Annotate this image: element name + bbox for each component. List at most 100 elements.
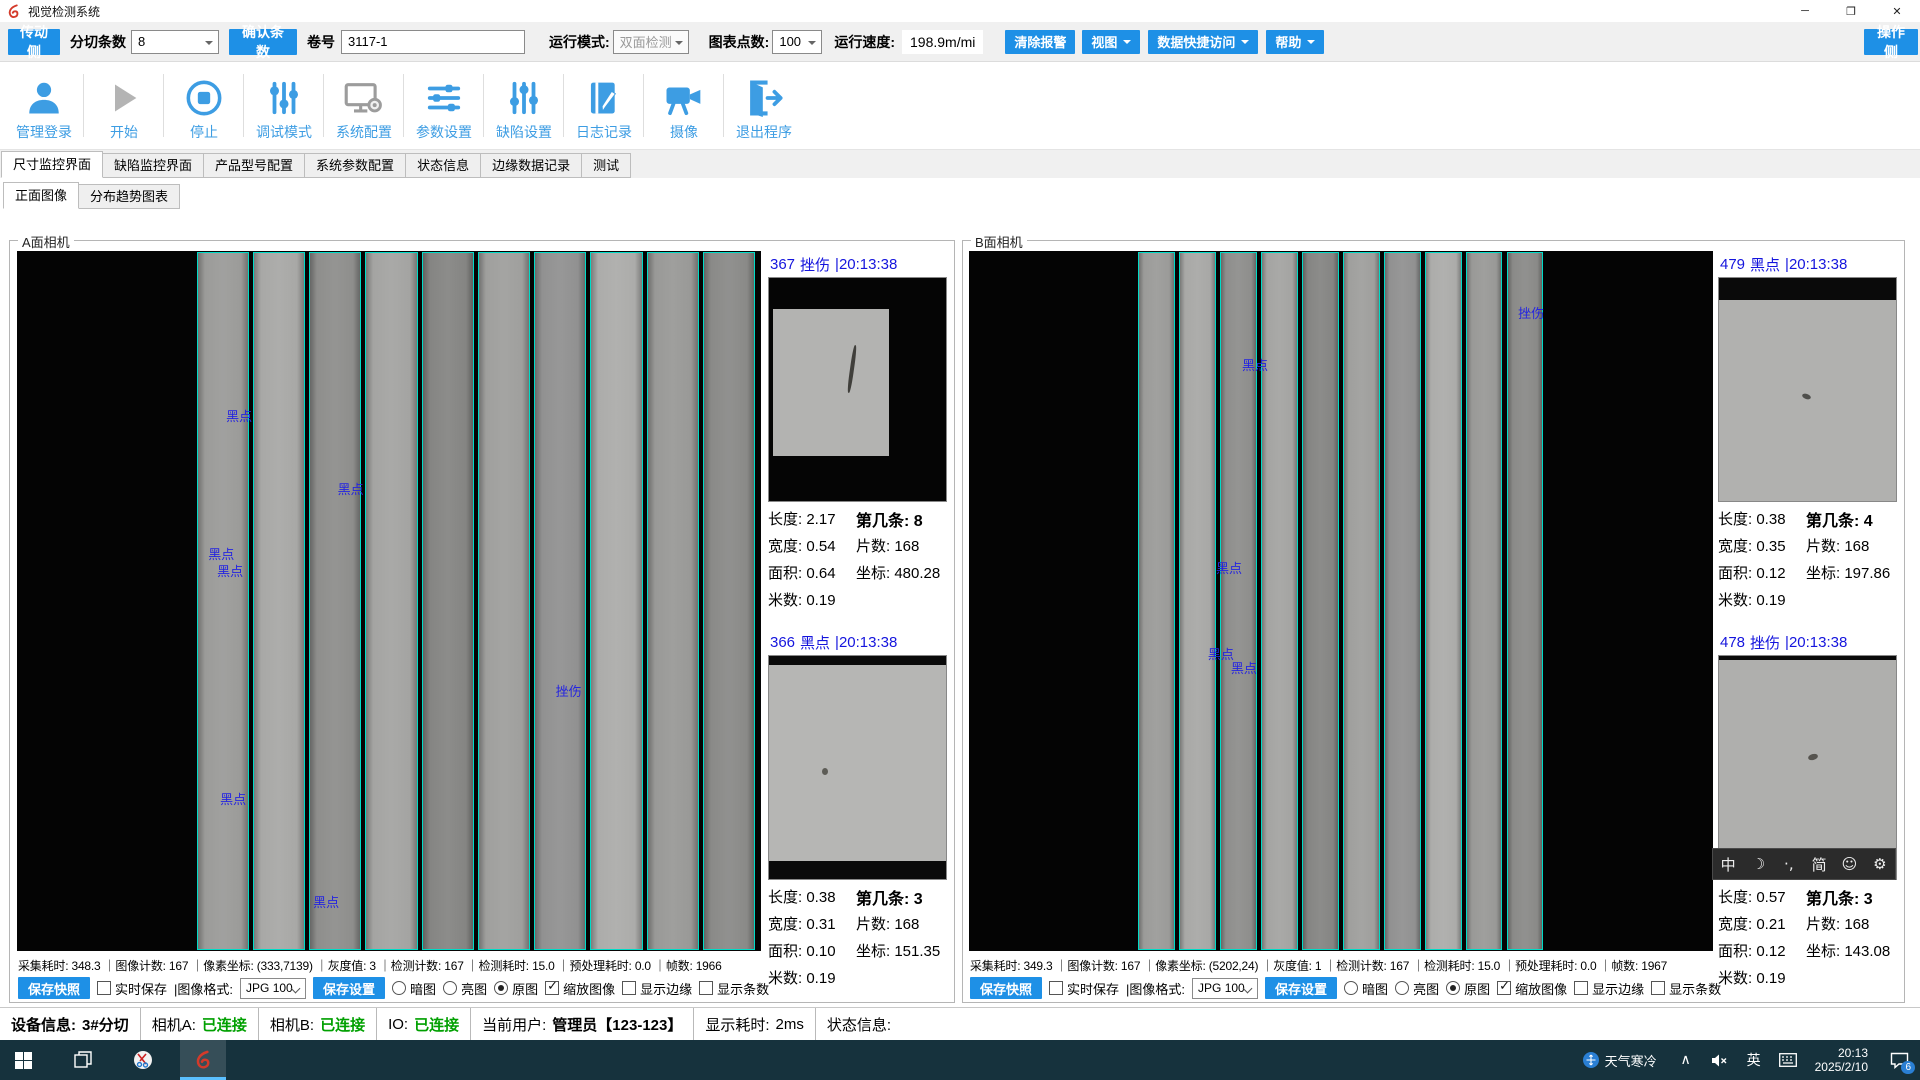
- image-defect-label: 黑点: [220, 789, 246, 808]
- start-button[interactable]: [0, 1040, 46, 1080]
- subtab-正面图像[interactable]: 正面图像: [3, 182, 79, 209]
- run-mode-select[interactable]: 双面检测: [613, 30, 689, 54]
- toolbar-item-退出程序[interactable]: 退出程序: [724, 62, 804, 149]
- ime-emoji-icon[interactable]: ☺: [1834, 855, 1864, 873]
- view-menu-button[interactable]: 视图: [1082, 30, 1140, 54]
- tray-expand-chevron[interactable]: ∧: [1669, 1040, 1703, 1080]
- touch-keyboard-icon[interactable]: [1771, 1040, 1805, 1080]
- statusbar-item-状态信息: 状态信息:: [816, 1008, 908, 1040]
- weather-widget[interactable]: 天气寒冷: [1571, 1051, 1669, 1070]
- show-edge-checkbox-b[interactable]: 显示边缘: [1574, 979, 1644, 998]
- tab-尺寸监控界面[interactable]: 尺寸监控界面: [1, 151, 103, 178]
- snipping-tool-icon: [132, 1049, 154, 1071]
- ime-punctuation-icon[interactable]: ·,: [1774, 855, 1804, 873]
- close-button[interactable]: ✕: [1874, 0, 1920, 22]
- roll-number-input[interactable]: 3117-1: [341, 30, 525, 54]
- ime-fullwidth-icon[interactable]: ☽: [1743, 855, 1773, 873]
- toolbar-item-系统配置[interactable]: 系统配置: [324, 62, 404, 149]
- tab-测试[interactable]: 测试: [581, 153, 631, 178]
- drive-side-button[interactable]: 传动侧: [8, 29, 60, 55]
- tab-边缘数据记录[interactable]: 边缘数据记录: [480, 153, 582, 178]
- split-count-select[interactable]: 8: [131, 30, 219, 54]
- defect-card[interactable]: 367挫伤|20:13:38长度: 2.17第几条: 8宽度: 0.54片数: …: [768, 251, 950, 613]
- bright-image-radio-a[interactable]: 亮图: [443, 979, 487, 998]
- realtime-save-checkbox-a[interactable]: 实时保存: [97, 979, 167, 998]
- show-edge-checkbox-a[interactable]: 显示边缘: [622, 979, 692, 998]
- action-center-button[interactable]: 6: [1878, 1040, 1920, 1080]
- defect-length: 0.38: [1756, 511, 1785, 528]
- radio-icon: [1395, 981, 1409, 995]
- radio-icon-checked: [1446, 981, 1460, 995]
- toolbar-item-日志记录[interactable]: 日志记录: [564, 62, 644, 149]
- defect-card[interactable]: 478挫伤|20:13:38长度: 0.57第几条: 3宽度: 0.21片数: …: [1718, 629, 1900, 991]
- maximize-button[interactable]: ❐: [1828, 0, 1874, 22]
- ime-chinese-mode[interactable]: 中: [1713, 854, 1743, 875]
- toolbar-item-调试模式[interactable]: 调试模式: [244, 62, 324, 149]
- camera-b-panel-title: B面相机: [971, 232, 1027, 251]
- dark-image-radio-a[interactable]: 暗图: [392, 979, 436, 998]
- data-quick-access-button[interactable]: 数据快捷访问: [1148, 30, 1258, 54]
- bright-image-radio-b[interactable]: 亮图: [1395, 979, 1439, 998]
- subtab-分布趋势图表[interactable]: 分布趋势图表: [78, 184, 180, 209]
- taskbar-clock[interactable]: 20:13 2025/2/10: [1805, 1046, 1878, 1074]
- detected-strip: [422, 252, 474, 950]
- ime-settings-gear-icon[interactable]: ⚙: [1865, 855, 1895, 873]
- main-tab-strip: 尺寸监控界面缺陷监控界面产品型号配置系统参数配置状态信息边缘数据记录测试: [0, 150, 1920, 178]
- defect-info: 长度: 0.57第几条: 3宽度: 0.21片数: 168面积: 0.12坐标:…: [1718, 880, 1900, 991]
- minimize-button[interactable]: ─: [1782, 0, 1828, 22]
- camera-b-image[interactable]: 挫伤黑点黑点黑点黑点: [969, 251, 1713, 951]
- snipping-tool-button[interactable]: [120, 1040, 166, 1080]
- zoom-image-checkbox-a[interactable]: 缩放图像: [545, 979, 615, 998]
- defect-type: 挫伤: [1750, 632, 1780, 653]
- toolbar-item-摄像[interactable]: 摄像: [644, 62, 724, 149]
- toolbar-item-缺陷设置[interactable]: 缺陷设置: [484, 62, 564, 149]
- chart-points-label: 图表点数:: [709, 32, 770, 52]
- image-format-select-b[interactable]: JPG 100: [1192, 978, 1258, 999]
- ime-simplified-icon[interactable]: 简: [1804, 854, 1834, 875]
- monitor-gear-icon: [344, 77, 384, 119]
- vision-app-taskbar-button[interactable]: [180, 1040, 226, 1080]
- show-strips-checkbox-b[interactable]: 显示条数: [1651, 979, 1721, 998]
- show-strips-checkbox-a[interactable]: 显示条数: [699, 979, 769, 998]
- toolbar-item-开始[interactable]: 开始: [84, 62, 164, 149]
- tab-状态信息[interactable]: 状态信息: [405, 153, 481, 178]
- defect-area: 0.12: [1756, 943, 1785, 960]
- task-view-button[interactable]: [60, 1040, 106, 1080]
- defect-card[interactable]: 479黑点|20:13:38长度: 0.38第几条: 4宽度: 0.35片数: …: [1718, 251, 1900, 613]
- sliders-vertical-icon: [265, 77, 303, 119]
- ime-language-indicator[interactable]: 英: [1737, 1040, 1771, 1080]
- detected-strip: [1384, 252, 1421, 950]
- tab-产品型号配置[interactable]: 产品型号配置: [203, 153, 305, 178]
- window-title: 视觉检测系统: [28, 3, 100, 20]
- save-snapshot-button-b[interactable]: 保存快照: [970, 977, 1042, 999]
- dark-image-radio-b[interactable]: 暗图: [1344, 979, 1388, 998]
- save-settings-button-b[interactable]: 保存设置: [1265, 977, 1337, 999]
- image-format-select-a[interactable]: JPG 100: [240, 978, 306, 999]
- save-settings-button-a[interactable]: 保存设置: [313, 977, 385, 999]
- confirm-count-button[interactable]: 确认条数: [229, 29, 297, 55]
- camera-b-panel: B面相机 挫伤黑点黑点黑点黑点 479黑点|20:13:38长度: 0.38第几…: [962, 240, 1905, 1003]
- tab-缺陷监控界面[interactable]: 缺陷监控界面: [102, 153, 204, 178]
- camera-a-image[interactable]: 黑点黑点黑点黑点挫伤黑点黑点: [17, 251, 761, 951]
- help-menu-button[interactable]: 帮助: [1266, 30, 1324, 54]
- statusbar-item-当前用户: 当前用户:管理员【123-123】: [471, 1008, 694, 1040]
- volume-muted-icon[interactable]: [1703, 1040, 1737, 1080]
- original-image-radio-b[interactable]: 原图: [1446, 979, 1490, 998]
- chart-points-select[interactable]: 100: [772, 30, 822, 54]
- tab-系统参数配置[interactable]: 系统参数配置: [304, 153, 406, 178]
- operate-side-button[interactable]: 操作侧: [1864, 29, 1918, 55]
- image-defect-label: 黑点: [313, 892, 339, 911]
- defect-card[interactable]: 366黑点|20:13:38长度: 0.38第几条: 3宽度: 0.31片数: …: [768, 629, 950, 991]
- toolbar-item-管理登录[interactable]: 管理登录: [4, 62, 84, 149]
- original-image-radio-a[interactable]: 原图: [494, 979, 538, 998]
- clear-alarm-button[interactable]: 清除报警: [1005, 30, 1075, 54]
- toolbar-item-参数设置[interactable]: 参数设置: [404, 62, 484, 149]
- zoom-image-checkbox-b[interactable]: 缩放图像: [1497, 979, 1567, 998]
- realtime-save-checkbox-b[interactable]: 实时保存: [1049, 979, 1119, 998]
- defect-area: 0.10: [806, 943, 835, 960]
- save-snapshot-button-a[interactable]: 保存快照: [18, 977, 90, 999]
- defect-snapshot-image: [1718, 277, 1897, 502]
- camera-b-controls: 保存快照实时保存|图像格式:JPG 100保存设置暗图亮图原图缩放图像显示边缘显…: [970, 977, 1721, 999]
- roll-number-label: 卷号: [307, 32, 335, 52]
- toolbar-item-停止[interactable]: 停止: [164, 62, 244, 149]
